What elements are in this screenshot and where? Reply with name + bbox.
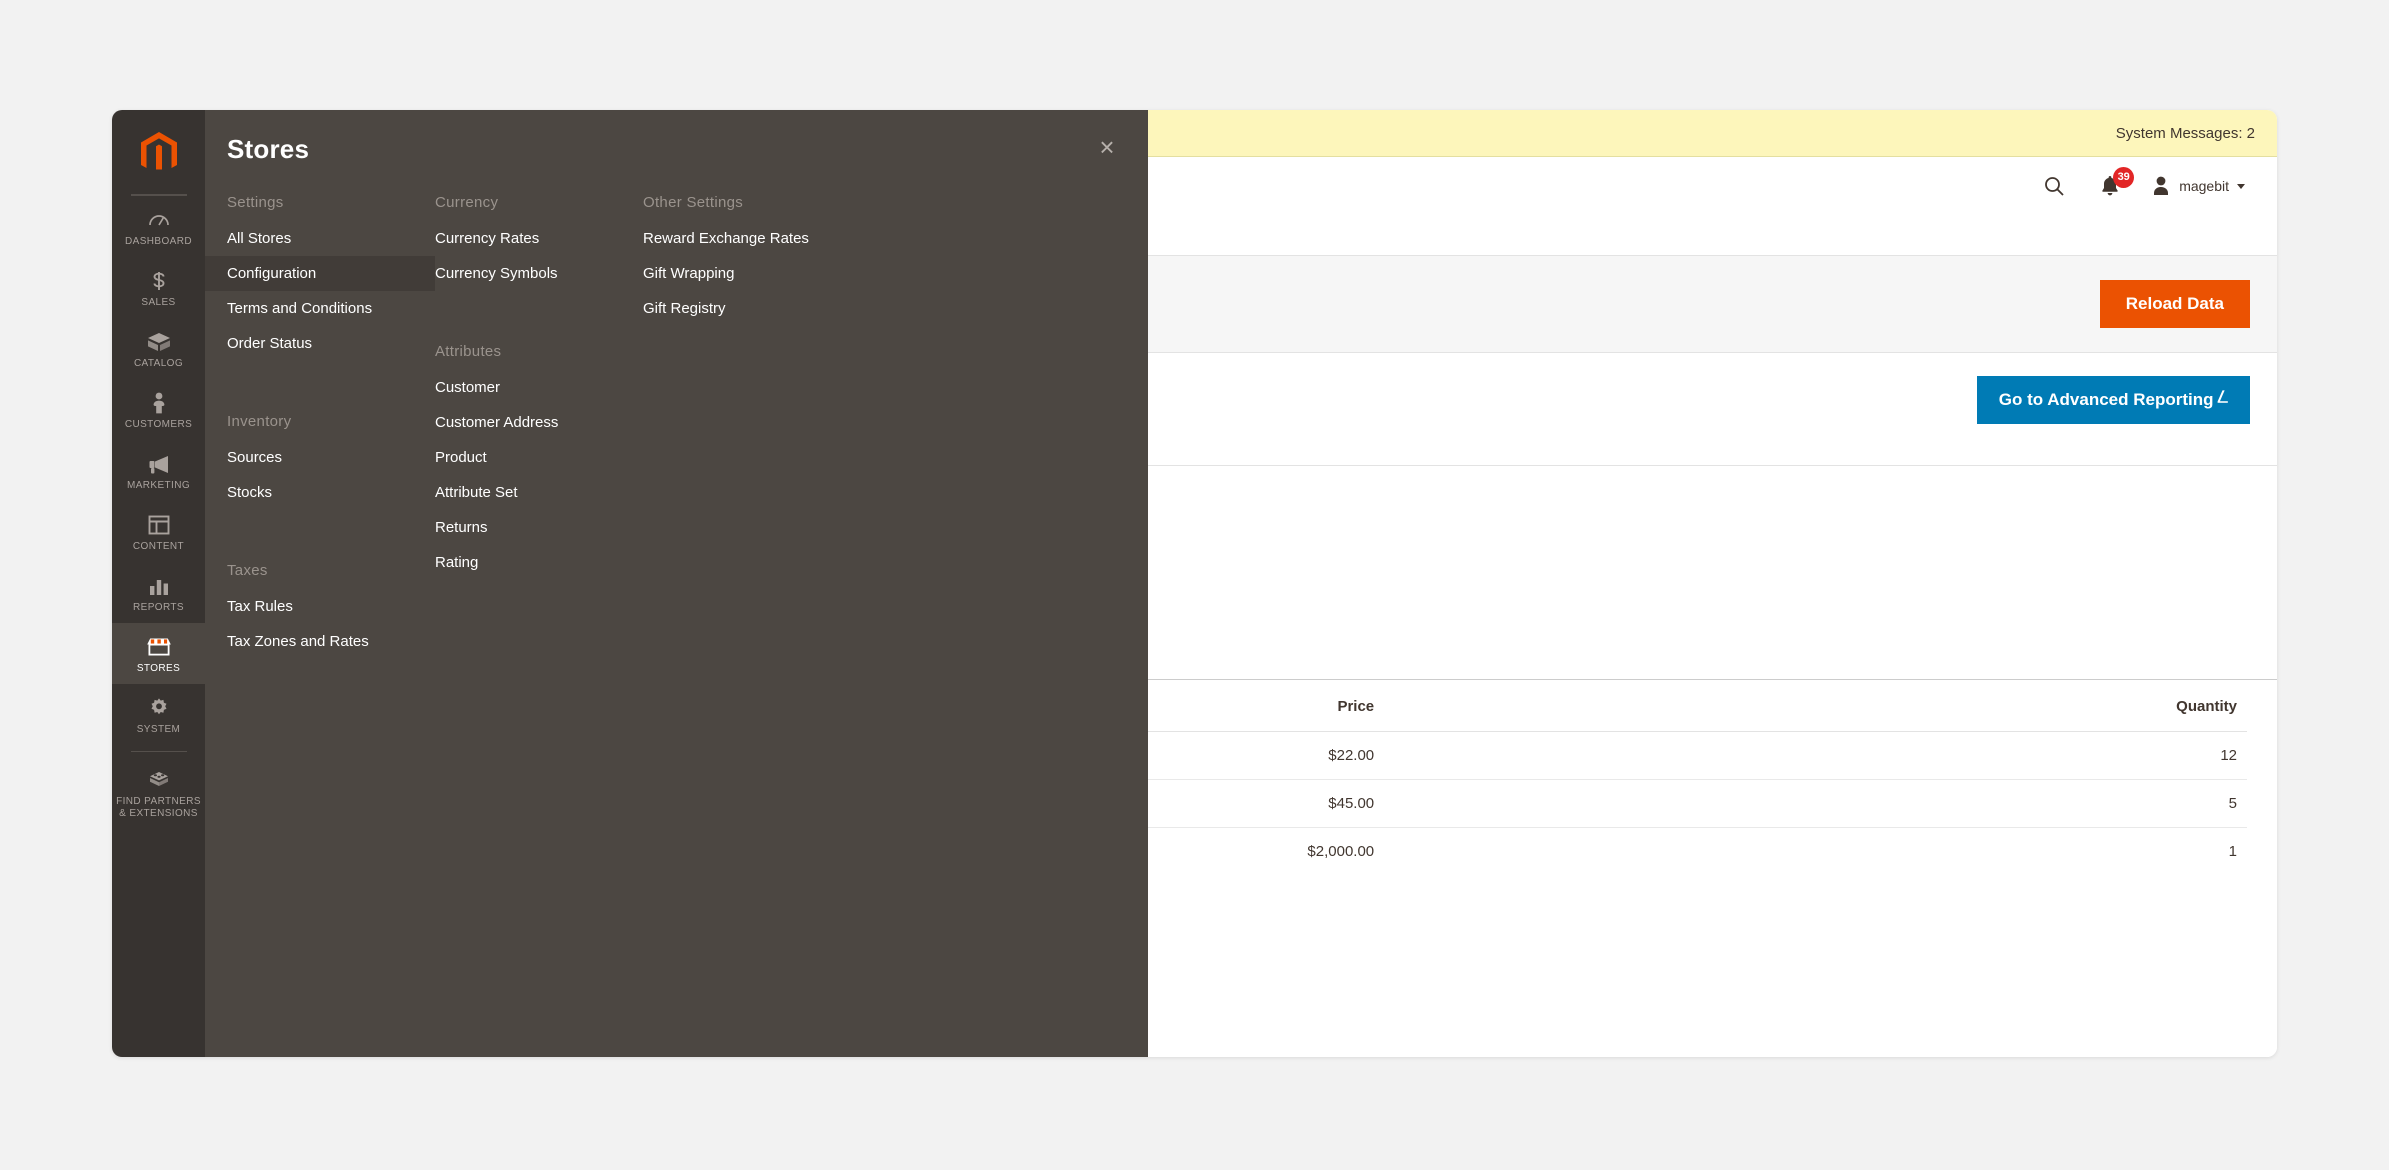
dollar-sign-icon (112, 268, 205, 294)
bar-chart-icon (112, 573, 205, 599)
menu-item-currency-rates[interactable]: Currency Rates (413, 221, 621, 256)
sidebar-item-marketing[interactable]: MARKETING (112, 440, 205, 501)
go-to-advanced-reporting-button[interactable]: Go to Advanced Reporting ⎳ (1976, 376, 2250, 424)
menu-item-sources[interactable]: Sources (205, 440, 413, 475)
reload-data-button[interactable]: Reload Data (2099, 280, 2250, 328)
menu-item-terms-and-conditions[interactable]: Terms and Conditions (205, 291, 413, 326)
sidebar-item-sales[interactable]: SALES (112, 257, 205, 318)
menu-item-configuration[interactable]: Configuration (205, 256, 435, 291)
flyout-column-currency-attributes: Currency Currency Rates Currency Symbols… (413, 182, 621, 659)
cell-quantity: 1 (2228, 843, 2237, 860)
menu-item-attribute-set[interactable]: Attribute Set (413, 475, 621, 510)
notifications-count-badge: 39 (2113, 167, 2135, 188)
col-header-quantity[interactable]: Quantity (1384, 680, 2247, 732)
external-link-icon: ⎳ (2217, 389, 2229, 403)
sidebar-item-customers[interactable]: CUSTOMERS (112, 379, 205, 440)
advanced-reporting-label: Go to Advanced Reporting (1998, 390, 2214, 409)
menu-item-customer-address[interactable]: Customer Address (413, 405, 621, 440)
stores-flyout-menu: Stores × Settings All Stores Configurati… (205, 110, 1148, 1057)
sidebar-item-catalog[interactable]: CATALOG (112, 318, 205, 379)
group-title-other-settings: Other Settings (643, 194, 744, 211)
sidebar-item-label: STORES (136, 663, 181, 674)
group-title-attributes: Attributes (435, 343, 502, 360)
cell-quantity: 12 (1384, 731, 2247, 780)
menu-item-customer[interactable]: Customer (413, 370, 621, 405)
menu-item-currency-symbols[interactable]: Currency Symbols (413, 256, 621, 291)
menu-item-gift-wrapping[interactable]: Gift Wrapping (621, 256, 881, 291)
menu-item-order-status[interactable]: Order Status (205, 326, 413, 361)
system-messages-counter[interactable]: System Messages: 2 (2116, 125, 2255, 142)
menu-item-tax-zones-and-rates[interactable]: Tax Zones and Rates (205, 624, 413, 659)
gear-icon (112, 695, 205, 721)
box-icon (112, 329, 205, 355)
admin-sidebar: DASHBOARD SALES CATALOG CUSTOMERS MARKET… (112, 110, 205, 1057)
flyout-title: Stores (227, 134, 310, 164)
sidebar-item-label-line1: FIND PARTNERS (116, 796, 201, 807)
sidebar-item-label: CATALOG (133, 358, 184, 369)
menu-item-returns[interactable]: Returns (413, 510, 621, 545)
sidebar-item-label: MARKETING (126, 480, 191, 491)
dashboard-gauge-icon (112, 207, 205, 233)
megaphone-icon (112, 451, 205, 477)
storefront-icon (112, 634, 205, 660)
menu-item-stocks[interactable]: Stocks (205, 475, 413, 510)
menu-item-gift-registry[interactable]: Gift Registry (621, 291, 881, 326)
group-title-currency: Currency (435, 194, 499, 211)
sidebar-item-label: REPORTS (133, 602, 184, 613)
sidebar-item-stores[interactable]: STORES (112, 623, 205, 684)
browser-page: d refresh cache types. System Messages: … (112, 110, 2277, 1057)
close-icon[interactable]: × (1090, 130, 1124, 164)
user-avatar-icon (2151, 175, 2171, 197)
sidebar-item-label: DASHBOARD (125, 236, 192, 247)
search-icon[interactable] (2039, 171, 2069, 201)
magento-logo-icon[interactable] (112, 110, 205, 188)
group-title-taxes: Taxes (227, 562, 268, 579)
sidebar-item-reports[interactable]: REPORTS (112, 562, 205, 623)
flyout-column-settings: Settings All Stores Configuration Terms … (205, 182, 435, 659)
sidebar-item-label: CUSTOMERS (124, 419, 193, 430)
person-icon (112, 390, 205, 416)
group-title-settings: Settings (227, 194, 284, 211)
sidebar-item-system[interactable]: SYSTEM (112, 684, 205, 745)
screen: d refresh cache types. System Messages: … (0, 0, 2389, 1170)
cell-quantity: 5 (1384, 779, 2247, 828)
chevron-down-icon (2237, 183, 2245, 189)
flyout-columns: Settings All Stores Configuration Terms … (205, 182, 1148, 659)
menu-item-all-stores[interactable]: All Stores (205, 221, 413, 256)
user-name: magebit (2179, 178, 2229, 194)
sidebar-item-content[interactable]: CONTENT (112, 501, 205, 562)
extension-blocks-icon (112, 767, 205, 793)
menu-item-reward-exchange-rates[interactable]: Reward Exchange Rates (621, 221, 881, 256)
menu-item-rating[interactable]: Rating (413, 545, 621, 580)
sidebar-item-label-line2: & EXTENSIONS (119, 808, 198, 819)
menu-item-tax-rules[interactable]: Tax Rules (205, 589, 413, 624)
layout-icon (112, 512, 205, 538)
sidebar-item-label: SYSTEM (136, 724, 181, 735)
flyout-column-other-settings: Other Settings Reward Exchange Rates Gif… (621, 182, 881, 659)
group-title-inventory: Inventory (227, 413, 292, 430)
sidebar-item-dashboard[interactable]: DASHBOARD (112, 196, 205, 257)
bell-icon[interactable]: 39 (2095, 167, 2135, 201)
menu-item-product[interactable]: Product (413, 440, 621, 475)
sidebar-item-label: CONTENT (132, 541, 185, 552)
sidebar-item-find-partners-extensions[interactable]: FIND PARTNERS & EXTENSIONS (112, 756, 205, 829)
sidebar-divider (130, 751, 187, 752)
user-menu[interactable]: magebit (2151, 175, 2245, 197)
sidebar-item-label: SALES (141, 297, 176, 308)
